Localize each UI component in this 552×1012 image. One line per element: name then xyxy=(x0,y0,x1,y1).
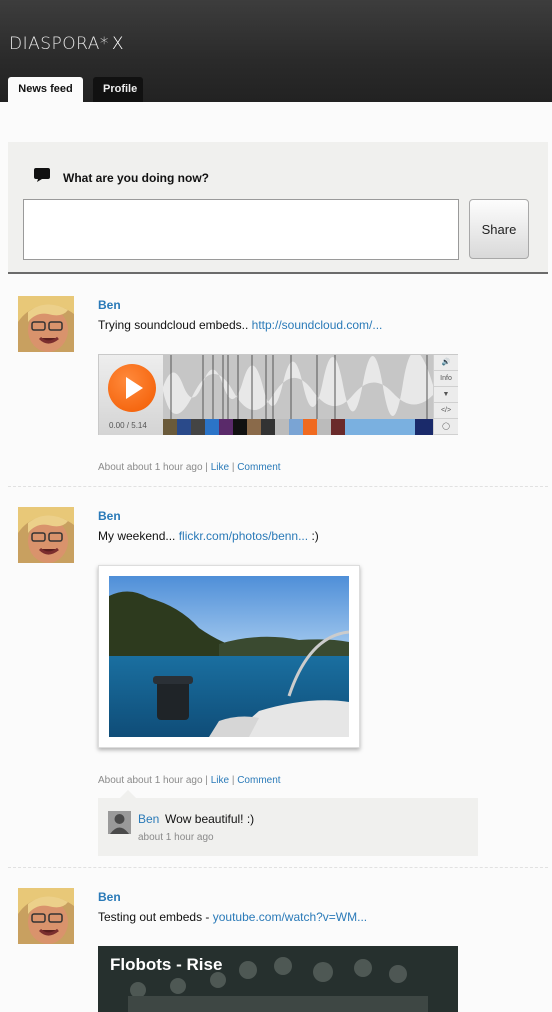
comment-timestamp: about 1 hour ago xyxy=(138,832,214,843)
avatar-image xyxy=(18,296,74,352)
comment-bubble-icon[interactable]: ◯ xyxy=(434,419,458,435)
commenter-avatars xyxy=(163,419,433,435)
brand-name: DIASPORA* xyxy=(9,34,109,54)
publisher-prompt: What are you doing now? xyxy=(63,171,209,185)
waveform[interactable] xyxy=(163,355,433,419)
avatar[interactable] xyxy=(18,507,74,563)
boat-photo xyxy=(109,576,349,737)
photo-embed[interactable] xyxy=(98,565,360,748)
post-author[interactable]: Ben xyxy=(98,890,121,904)
play-button[interactable] xyxy=(108,364,156,412)
tab-profile[interactable]: Profile xyxy=(93,77,143,102)
post-link[interactable]: http://soundcloud.com/... xyxy=(252,318,383,332)
comment-link[interactable]: Comment xyxy=(237,775,280,786)
embed-code-icon[interactable]: </> xyxy=(434,403,458,419)
post-meta: About about 1 hour ago | Like | Comment xyxy=(98,775,281,786)
post-body-suffix: :) xyxy=(308,529,319,543)
post-link[interactable]: flickr.com/photos/benn... xyxy=(179,529,308,543)
post-body: Testing out embeds - xyxy=(98,910,213,924)
photo xyxy=(109,576,349,737)
share-button[interactable]: Share xyxy=(469,199,529,259)
status-input[interactable] xyxy=(23,199,459,260)
like-link[interactable]: Like xyxy=(211,775,229,786)
avatar-image xyxy=(18,507,74,563)
avatar[interactable] xyxy=(18,888,74,944)
post-timestamp: About about 1 hour ago xyxy=(98,462,203,473)
speech-bubble-icon xyxy=(34,168,50,182)
top-header: DIASPORA* X News feed Profile xyxy=(0,0,552,102)
soundcloud-controls: 0.00 / 5.14 xyxy=(99,355,163,435)
post-divider xyxy=(8,486,548,487)
commenter-strip[interactable] xyxy=(163,419,433,435)
avatar-image xyxy=(18,888,74,944)
post-divider xyxy=(8,867,548,868)
play-icon xyxy=(126,377,143,399)
post-body: Trying soundcloud embeds.. xyxy=(98,318,252,332)
commenter-avatar[interactable] xyxy=(108,811,131,834)
video-title: Flobots - Rise xyxy=(110,955,223,974)
brand-logo[interactable]: DIASPORA* X xyxy=(9,34,124,54)
post-text: Testing out embeds - youtube.com/watch?v… xyxy=(98,910,367,924)
post-text: Trying soundcloud embeds.. http://soundc… xyxy=(98,318,382,332)
post-timestamp: About about 1 hour ago xyxy=(98,775,203,786)
player-side-controls: 🔊 Info ▼ </> ◯ xyxy=(433,355,458,435)
post-author[interactable]: Ben xyxy=(98,509,121,523)
track-time: 0.00 / 5.14 xyxy=(109,421,147,430)
comment-text: Wow beautiful! :) xyxy=(165,812,255,826)
post-body: My weekend... xyxy=(98,529,179,543)
info-button[interactable]: Info xyxy=(434,371,458,387)
brand-suffix: X xyxy=(111,34,125,54)
like-link[interactable]: Like xyxy=(211,462,229,473)
post-author[interactable]: Ben xyxy=(98,298,121,312)
youtube-embed[interactable]: Flobots - Rise xyxy=(98,946,458,1012)
post-meta: About about 1 hour ago | Like | Comment xyxy=(98,462,281,473)
download-icon[interactable]: ▼ xyxy=(434,387,458,403)
avatar[interactable] xyxy=(18,296,74,352)
default-user-icon xyxy=(108,811,131,834)
post-link[interactable]: youtube.com/watch?v=WM... xyxy=(213,910,367,924)
comment-item: Ben Wow beautiful! :) about 1 hour ago xyxy=(98,790,478,856)
post-text: My weekend... flickr.com/photos/benn... … xyxy=(98,529,319,543)
comment-link[interactable]: Comment xyxy=(237,462,280,473)
comment-author[interactable]: Ben xyxy=(138,812,159,826)
publisher: What are you doing now? Share xyxy=(8,142,548,274)
volume-icon[interactable]: 🔊 xyxy=(434,355,458,371)
soundcloud-player: 0.00 / 5.14 🔊 Info ▼ </> ◯ xyxy=(98,354,458,435)
tab-news-feed[interactable]: News feed xyxy=(8,77,83,102)
waveform-graphic xyxy=(163,355,433,419)
